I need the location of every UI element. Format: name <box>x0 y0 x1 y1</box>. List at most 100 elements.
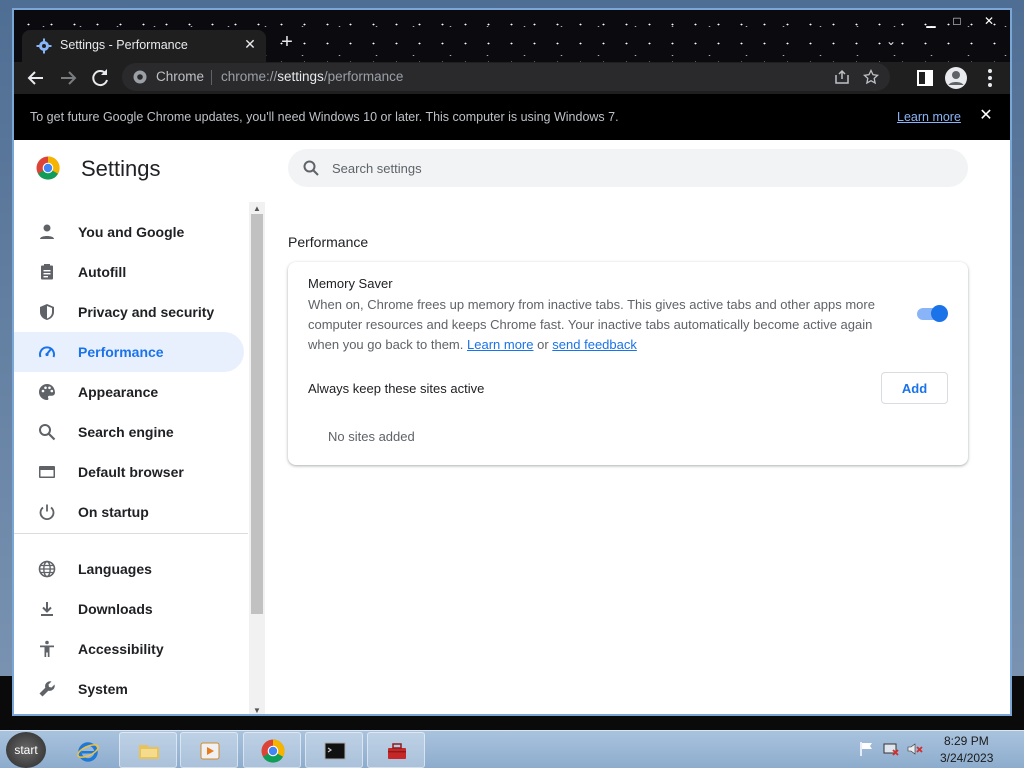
tab-close-icon[interactable]: ✕ <box>241 36 259 54</box>
taskbar-toolbox[interactable] <box>367 732 425 768</box>
shield-icon <box>40 304 54 320</box>
start-button[interactable]: start <box>6 732 46 768</box>
sidebar-item-performance[interactable]: Performance <box>14 332 244 372</box>
sidebar-item-search-engine[interactable]: Search engine <box>14 412 244 452</box>
taskbar-file-explorer[interactable] <box>119 732 177 768</box>
sidebar-item-you-and-google[interactable]: You and Google <box>14 212 244 252</box>
forward-arrow-icon[interactable] <box>56 66 80 90</box>
memory-saver-toggle[interactable] <box>917 304 949 322</box>
network-icon[interactable] <box>882 741 900 757</box>
taskbar: start 8:29 PM 3/24/2023 <box>0 730 1024 768</box>
tab-title: Settings - Performance <box>60 38 188 52</box>
memory-saver-description: When on, Chrome frees up memory from ina… <box>308 295 888 355</box>
browser-toolbar: Chrome chrome://settings/performance <box>14 62 1010 94</box>
performance-card: Memory Saver When on, Chrome frees up me… <box>288 262 968 465</box>
sidebar-item-system[interactable]: System <box>14 669 244 709</box>
chrome-logo-icon <box>133 70 147 84</box>
profile-avatar-icon[interactable] <box>944 66 968 90</box>
side-panel-icon[interactable] <box>913 66 937 90</box>
search-input[interactable] <box>332 149 932 187</box>
sidebar-divider <box>14 533 248 534</box>
minimize-button[interactable]: ▁ <box>918 12 944 30</box>
sidebar-item-accessibility[interactable]: Accessibility <box>14 629 244 669</box>
sidebar-item-privacy-and-security[interactable]: Privacy and security <box>14 292 244 332</box>
scroll-up-arrow-icon[interactable]: ▲ <box>252 204 262 214</box>
infobar-message: To get future Google Chrome updates, you… <box>30 110 619 124</box>
settings-gear-icon <box>36 38 52 54</box>
send-feedback-link[interactable]: send feedback <box>552 337 637 352</box>
chrome-logo-icon <box>261 739 285 763</box>
url-host: settings <box>277 69 324 84</box>
scroll-down-arrow-icon[interactable]: ▼ <box>252 706 262 714</box>
sidebar-scrollbar[interactable]: ▲ ▼ <box>249 202 265 714</box>
sidebar-item-label: Languages <box>78 561 152 577</box>
section-title: Performance <box>288 234 369 250</box>
sidebar-item-label: Autofill <box>78 264 127 280</box>
tab-settings-performance[interactable]: Settings - Performance ✕ <box>22 30 266 62</box>
sidebar-item-autofill[interactable]: Autofill <box>14 252 244 292</box>
folder-icon <box>139 745 159 759</box>
sidebar-item-downloads[interactable]: Downloads <box>14 589 244 629</box>
more-menu-icon[interactable] <box>978 66 1002 90</box>
sidebar-item-appearance[interactable]: Appearance <box>14 372 244 412</box>
maximize-button[interactable]: □ <box>944 12 970 30</box>
sidebar-item-default-browser[interactable]: Default browser <box>14 452 244 492</box>
infobar-close-icon[interactable]: ✕ <box>976 106 996 126</box>
toggle-knob <box>931 305 948 322</box>
infobar-learn-more-link[interactable]: Learn more <box>897 110 961 124</box>
sidebar-item-on-startup[interactable]: On startup <box>14 492 244 532</box>
terminal-icon <box>324 742 346 760</box>
scrollbar-thumb[interactable] <box>251 214 263 614</box>
settings-page: Settings You and Google Autofill Privacy… <box>14 140 1010 714</box>
reload-icon[interactable] <box>88 66 112 90</box>
back-arrow-icon[interactable] <box>24 66 48 90</box>
site-label: Chrome <box>156 69 205 84</box>
sidebar-item-label: Privacy and security <box>78 304 215 320</box>
sidebar-item-label: Downloads <box>78 601 153 617</box>
update-infobar: To get future Google Chrome updates, you… <box>14 94 1010 140</box>
keep-sites-active-label: Always keep these sites active <box>308 381 485 396</box>
taskbar-media-player[interactable] <box>180 732 238 768</box>
tab-search-chevron-down-icon[interactable]: ⌄ <box>886 34 902 48</box>
new-tab-button[interactable]: + <box>276 32 298 54</box>
search-box <box>288 149 968 187</box>
close-window-button[interactable]: ✕ <box>976 12 1002 30</box>
sidebar-item-languages[interactable]: Languages <box>14 549 244 589</box>
accessibility-icon <box>40 640 54 657</box>
clock-date[interactable]: 3/24/2023 <box>940 751 993 765</box>
clock-time[interactable]: 8:29 PM <box>944 734 989 748</box>
toolbox-icon <box>388 743 406 759</box>
speedometer-icon <box>39 346 55 358</box>
globe-icon <box>38 560 56 578</box>
bookmark-star-icon[interactable] <box>863 69 879 85</box>
volume-muted-icon[interactable] <box>906 741 924 757</box>
add-site-button[interactable]: Add <box>881 372 948 404</box>
search-icon <box>303 160 319 176</box>
chrome-window: Settings - Performance ✕ + ⌄ ▁ □ ✕ Chrom… <box>12 8 1012 716</box>
address-bar[interactable]: Chrome chrome://settings/performance <box>122 63 890 91</box>
no-sites-text: No sites added <box>328 429 415 444</box>
url-text: chrome://settings/performance <box>221 69 403 84</box>
title-bar: Settings - Performance ✕ + ⌄ ▁ □ ✕ <box>14 10 1010 62</box>
taskbar-internet-explorer[interactable] <box>58 732 116 768</box>
sidebar-item-label: Accessibility <box>78 641 164 657</box>
palette-icon <box>39 384 55 400</box>
taskbar-command-prompt[interactable] <box>305 732 363 768</box>
sidebar-item-label: Search engine <box>78 424 174 440</box>
taskbar-chrome[interactable] <box>243 732 301 768</box>
sidebar-item-label: On startup <box>78 504 149 520</box>
learn-more-link[interactable]: Learn more <box>467 337 533 352</box>
share-icon[interactable] <box>834 69 850 85</box>
sidebar-item-label: Performance <box>78 344 164 360</box>
media-player-icon <box>200 742 220 760</box>
or-text: or <box>537 337 549 352</box>
settings-sidebar: You and Google Autofill Privacy and secu… <box>14 202 264 714</box>
download-icon <box>41 602 53 616</box>
internet-explorer-icon <box>77 742 99 762</box>
sidebar-item-label: Appearance <box>78 384 159 400</box>
url-path: /performance <box>323 69 404 84</box>
memory-saver-title: Memory Saver <box>308 276 393 291</box>
action-center-flag-icon[interactable] <box>858 741 876 757</box>
person-icon <box>40 224 54 239</box>
clipboard-icon <box>41 264 53 280</box>
